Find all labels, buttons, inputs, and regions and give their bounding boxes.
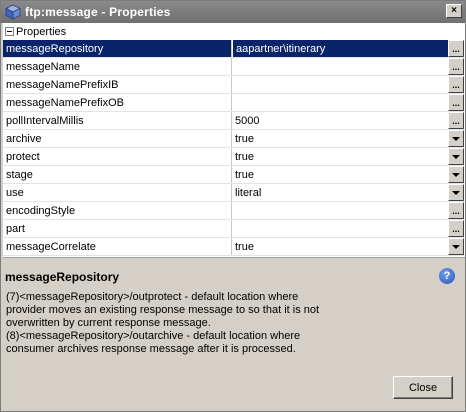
description-title: messageRepository [5, 270, 120, 284]
property-row-messageCorrelate[interactable]: messageCorrelate true [3, 238, 465, 256]
property-value[interactable] [232, 76, 448, 93]
property-name: part [3, 220, 232, 237]
ellipsis-button[interactable]: ... [448, 112, 464, 129]
chevron-down-icon [452, 136, 460, 141]
section-label: Properties [16, 25, 67, 38]
description-panel: messageRepository ? (7)<messageRepositor… [3, 261, 465, 367]
property-value[interactable]: literal [232, 184, 448, 201]
property-value[interactable]: aapartner\itinerary [232, 40, 448, 57]
close-window-button[interactable]: × [446, 4, 462, 18]
title-bar[interactable]: ftp:message - Properties × [1, 1, 465, 23]
property-name: encodingStyle [3, 202, 232, 219]
property-value[interactable] [232, 202, 448, 219]
property-name: use [3, 184, 232, 201]
properties-dialog: ftp:message - Properties × Properties me… [0, 0, 466, 412]
description-line: consumer archives response message after… [6, 343, 296, 355]
property-name: messageName [3, 58, 232, 75]
property-row-protect[interactable]: protect true [3, 148, 465, 166]
window-title: ftp:message - Properties [25, 5, 171, 19]
description-line: provider moves an existing response mess… [6, 304, 320, 316]
property-value[interactable] [232, 58, 448, 75]
dropdown-button[interactable] [448, 184, 464, 201]
property-name: messageRepository [3, 40, 232, 57]
property-name: protect [3, 148, 232, 165]
property-row-messageName[interactable]: messageName... [3, 58, 465, 76]
dropdown-button[interactable] [448, 166, 464, 183]
property-row-part[interactable]: part... [3, 220, 465, 238]
property-value[interactable]: true [232, 166, 448, 183]
property-sheet: Properties messageRepository aapartner\it… [3, 23, 465, 258]
close-icon: × [451, 5, 457, 16]
ellipsis-button[interactable]: ... [448, 94, 464, 111]
property-value[interactable]: true [232, 238, 448, 255]
property-row-stage[interactable]: stage true [3, 166, 465, 184]
property-value[interactable] [232, 220, 448, 237]
property-row-messageNamePrefixIB[interactable]: messageNamePrefixIB... [3, 76, 465, 94]
close-button[interactable]: Close [393, 376, 453, 399]
property-name: archive [3, 130, 232, 147]
chevron-down-icon [452, 190, 460, 195]
chevron-down-icon [452, 172, 460, 177]
property-row-messageNamePrefixOB[interactable]: messageNamePrefixOB... [3, 94, 465, 112]
ellipsis-button[interactable]: ... [448, 202, 464, 219]
dropdown-button[interactable] [448, 148, 464, 165]
property-rows: messageRepository aapartner\itinerary... m… [3, 40, 465, 256]
property-row-use[interactable]: use literal [3, 184, 465, 202]
property-row-pollIntervalMillis[interactable]: pollIntervalMillis 5000... [3, 112, 465, 130]
property-name: pollIntervalMillis [3, 112, 232, 129]
ellipsis-button[interactable]: ... [448, 76, 464, 93]
property-name: messageNamePrefixOB [3, 94, 232, 111]
dropdown-button[interactable] [448, 130, 464, 147]
properties-section-header[interactable]: Properties [3, 23, 465, 40]
dropdown-button[interactable] [448, 238, 464, 255]
ellipsis-button[interactable]: ... [448, 58, 464, 75]
property-name: messageCorrelate [3, 238, 232, 255]
cube-icon [5, 4, 21, 20]
collapse-toggle-icon[interactable] [5, 27, 14, 36]
property-row-archive[interactable]: archive true [3, 130, 465, 148]
ellipsis-button[interactable]: ... [448, 220, 464, 237]
property-row-encodingStyle[interactable]: encodingStyle... [3, 202, 465, 220]
help-icon[interactable]: ? [439, 268, 455, 284]
description-line: (8)<messageRepository>/outarchive - defa… [6, 330, 301, 342]
description-line: (7)<messageRepository>/outprotect - defa… [6, 291, 299, 303]
ellipsis-button[interactable]: ... [448, 40, 464, 57]
property-name: stage [3, 166, 232, 183]
chevron-down-icon [452, 154, 460, 159]
chevron-down-icon [452, 244, 460, 249]
property-value[interactable]: 5000 [232, 112, 448, 129]
property-value[interactable]: true [232, 130, 448, 147]
description-line: overwritten by current response message. [6, 317, 211, 329]
property-value[interactable] [232, 94, 448, 111]
property-row-messageRepository[interactable]: messageRepository aapartner\itinerary... [3, 40, 465, 58]
property-value[interactable]: true [232, 148, 448, 165]
property-name: messageNamePrefixIB [3, 76, 232, 93]
